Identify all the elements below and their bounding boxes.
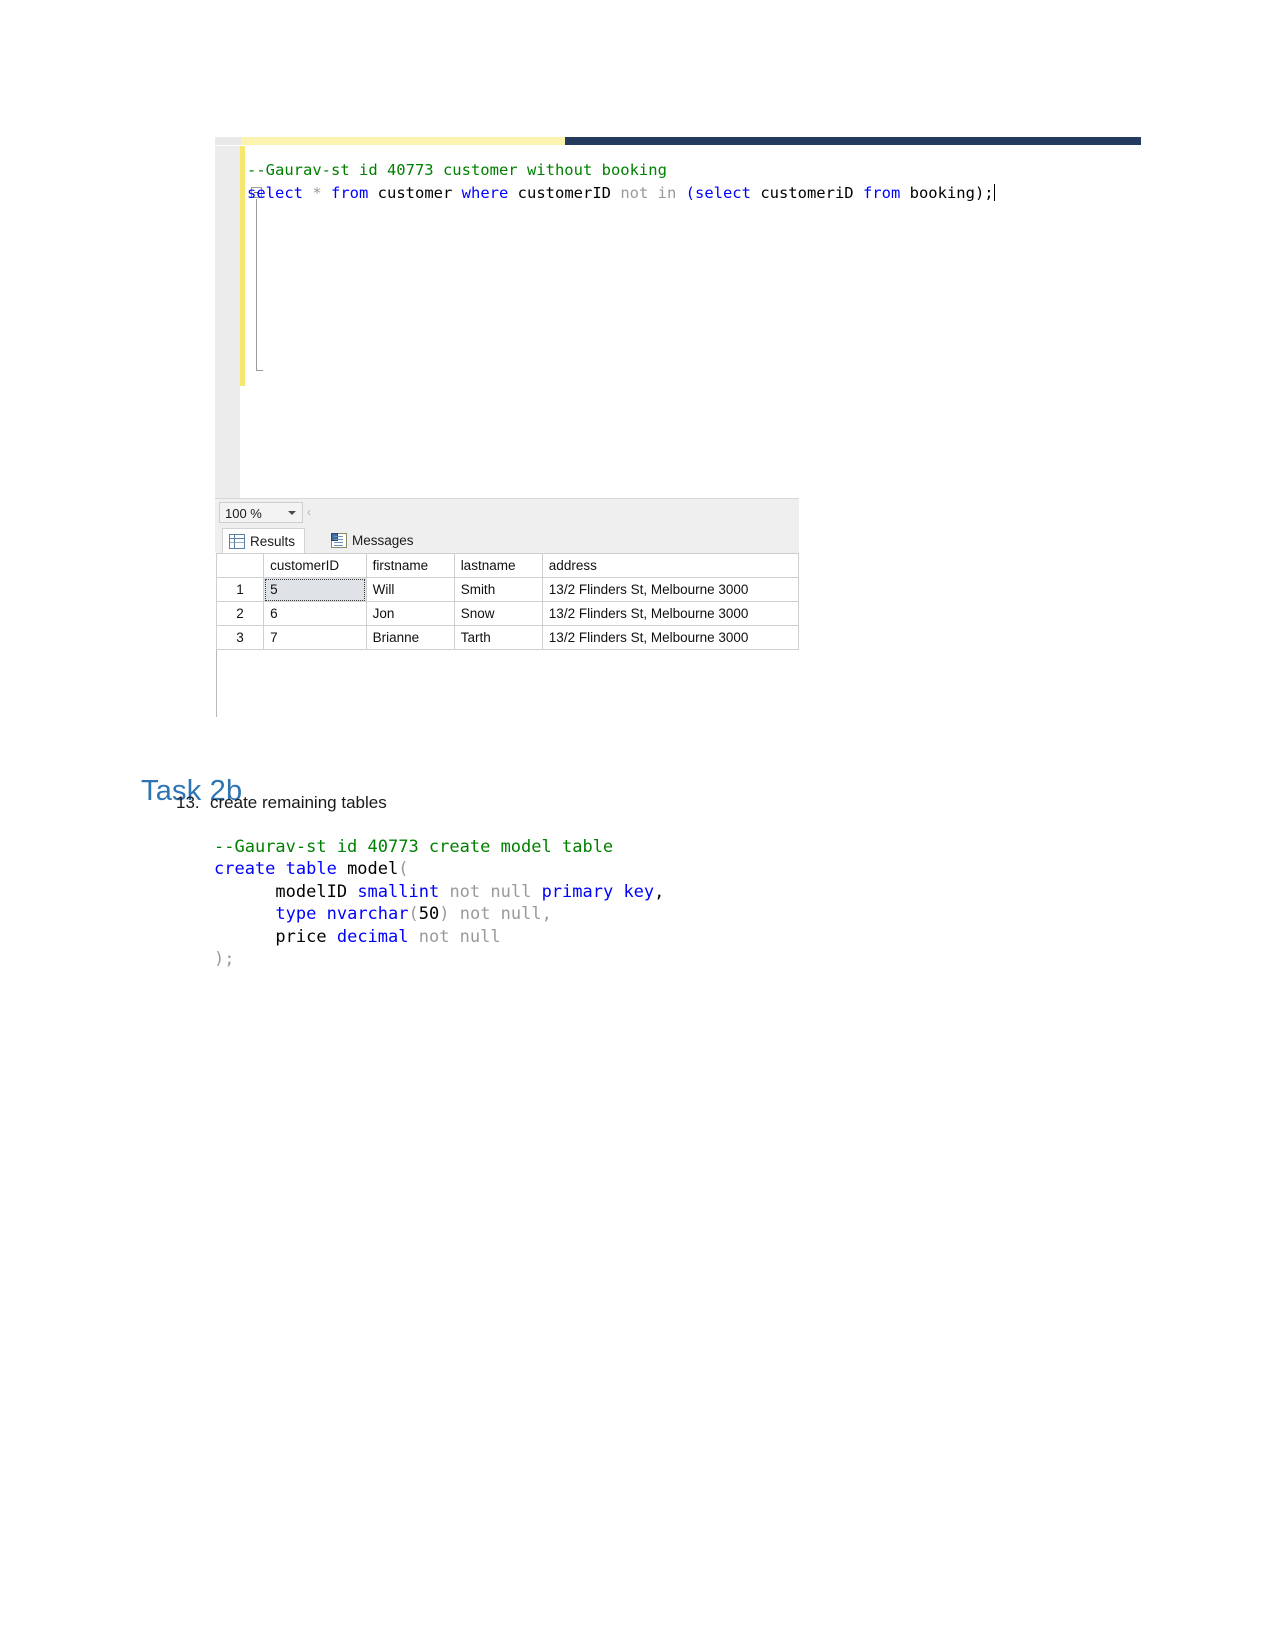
cell-customerid[interactable]: 5 — [263, 577, 367, 602]
splitter-handle-icon[interactable]: ‹ — [307, 505, 311, 519]
cell-lastname[interactable]: Tarth — [453, 625, 543, 650]
kw-not-in: not in — [620, 184, 677, 202]
cell-address[interactable]: 13/2 Flinders St, Melbourne 3000 — [541, 577, 800, 602]
sql-editor-code[interactable]: --Gaurav-st id 40773 customer without bo… — [247, 159, 995, 205]
sql-editor-pane[interactable]: --Gaurav-st id 40773 customer without bo… — [215, 146, 1141, 498]
cell-firstname[interactable]: Jon — [365, 601, 455, 626]
row-number[interactable]: 2 — [215, 601, 265, 626]
table-row[interactable]: 1 5 Will Smith 13/2 Flinders St, Melbour… — [215, 577, 800, 602]
row-number[interactable]: 3 — [215, 625, 265, 650]
code-type-nvarchar: nvarchar — [316, 904, 409, 925]
code-col-type: type — [275, 904, 317, 925]
outline-stem — [256, 199, 257, 371]
kw-select-sub: select — [694, 184, 751, 202]
kw-select: select — [247, 184, 303, 202]
editor-change-bar — [240, 146, 245, 386]
editor-gutter — [215, 146, 240, 498]
cell-lastname[interactable]: Snow — [453, 601, 543, 626]
cell-customerid[interactable]: 7 — [263, 625, 367, 650]
paren-open: ( — [676, 184, 695, 202]
cell-firstname[interactable]: Will — [365, 577, 455, 602]
code-type-smallint: smallint — [357, 881, 440, 902]
list-item: 13. create remaining tables — [176, 793, 387, 813]
kw-where: where — [461, 184, 509, 202]
column-header-firstname[interactable]: firstname — [365, 553, 455, 578]
table-customer: customer — [368, 184, 462, 202]
row-number[interactable]: 1 — [215, 577, 265, 602]
outline-foot — [256, 370, 263, 371]
chevron-down-icon[interactable] — [288, 511, 296, 515]
code-notnull-3: not null — [408, 926, 501, 947]
code-type-decimal: decimal — [336, 926, 409, 947]
cell-customerid[interactable]: 6 — [263, 601, 367, 626]
column-customerid-sub: customeriD — [750, 184, 863, 202]
cell-lastname[interactable]: Smith — [453, 577, 543, 602]
table-booking: booking); — [900, 184, 994, 202]
code-col-price: price — [275, 926, 337, 947]
table-row[interactable]: 3 7 Brianne Tarth 13/2 Flinders St, Melb… — [215, 625, 800, 650]
column-header-rownum[interactable] — [215, 553, 265, 578]
column-header-lastname[interactable]: lastname — [453, 553, 543, 578]
code-paren-close-2: ) — [439, 904, 450, 925]
editor-title-strip — [215, 137, 1141, 146]
messages-icon — [331, 533, 347, 548]
code-paren-open: ( — [398, 859, 409, 880]
code-notnull-2: not null, — [449, 904, 552, 925]
code-length-50: 50 — [418, 904, 440, 925]
table-row[interactable]: 2 6 Jon Snow 13/2 Flinders St, Melbourne… — [215, 601, 800, 626]
tab-results[interactable]: Results — [222, 528, 306, 553]
column-customerid: customerID — [508, 184, 621, 202]
tab-messages-label: Messages — [352, 533, 414, 548]
title-strip-gutter — [215, 137, 241, 145]
text-caret — [993, 184, 995, 201]
cell-address[interactable]: 13/2 Flinders St, Melbourne 3000 — [541, 601, 800, 626]
grid-icon — [229, 533, 245, 549]
ssms-screenshot-image: --Gaurav-st id 40773 customer without bo… — [215, 137, 1141, 717]
results-grid[interactable]: customerID firstname lastname address 1 … — [215, 553, 800, 650]
kw-from: from — [331, 184, 369, 202]
star-token: * — [303, 184, 331, 202]
code-col-modelid: modelID — [275, 881, 358, 902]
cell-firstname[interactable]: Brianne — [365, 625, 455, 650]
zoom-level-dropdown[interactable]: 100 % — [219, 502, 303, 523]
sql-code-block: --Gaurav-st id 40773 create model table … — [214, 836, 664, 970]
table-header-row: customerID firstname lastname address — [215, 553, 800, 578]
column-header-customerid[interactable]: customerID — [263, 553, 367, 578]
cell-address[interactable]: 13/2 Flinders St, Melbourne 3000 — [541, 625, 800, 650]
tab-messages[interactable]: Messages — [325, 528, 423, 553]
title-strip-navy — [565, 137, 1141, 145]
code-paren-open-2: ( — [408, 904, 419, 925]
column-header-address[interactable]: address — [541, 553, 800, 578]
code-notnull-1: not null — [439, 881, 542, 902]
list-item-label: create remaining tables — [210, 793, 387, 812]
kw-from-sub: from — [862, 184, 901, 202]
list-item-number: 13. — [176, 793, 200, 812]
code-comma-1: , — [654, 881, 665, 902]
code-kw-create-table: create table — [214, 859, 337, 880]
code-close-statement: ); — [214, 949, 235, 970]
code-comment-line: --Gaurav-st id 40773 create model table — [214, 837, 614, 857]
title-strip-yellow — [215, 137, 565, 145]
sql-comment-line: --Gaurav-st id 40773 customer without bo… — [247, 161, 667, 179]
tab-results-label: Results — [250, 533, 296, 549]
code-table-name: model — [336, 859, 399, 880]
zoom-level-value: 100 % — [225, 506, 262, 521]
code-primary-key: primary key — [541, 881, 655, 902]
results-pane-right-fill — [799, 498, 1141, 636]
